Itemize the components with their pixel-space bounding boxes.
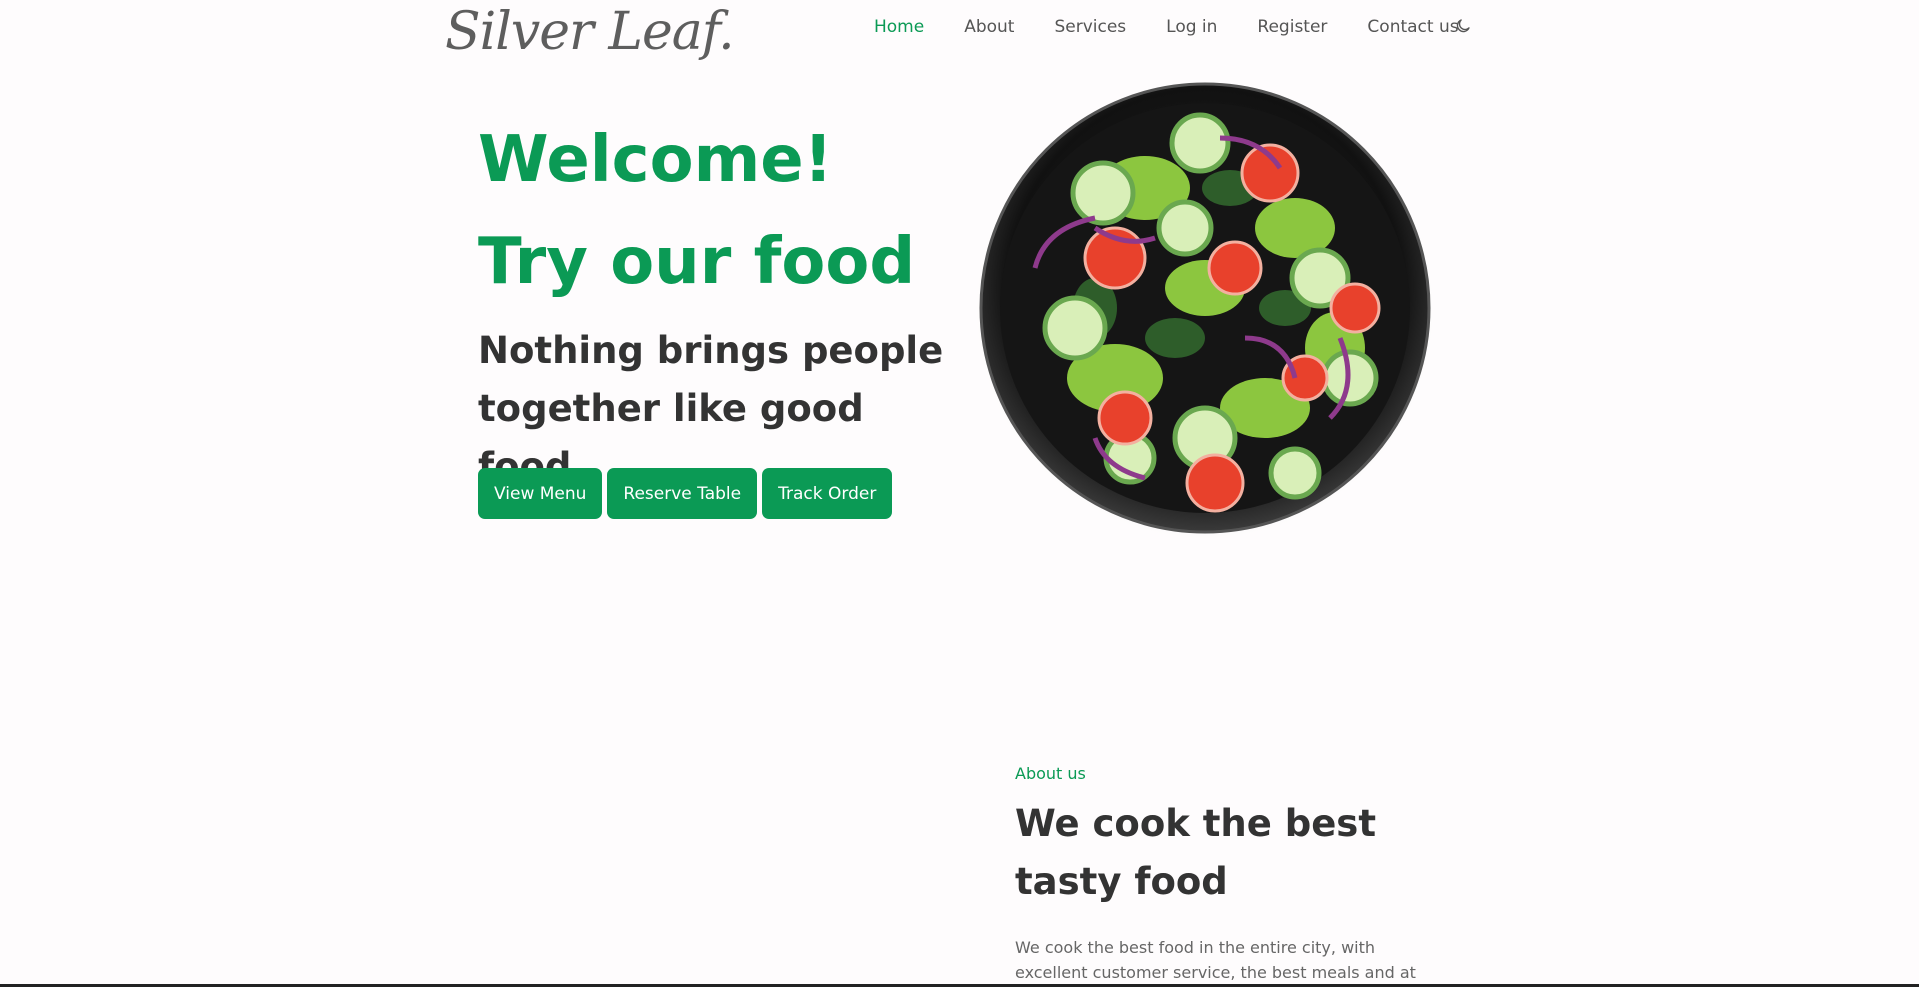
about-label: About us [1015,764,1086,783]
nav-link-login[interactable]: Log in [1166,17,1217,37]
about-text: We cook the best food in the entire city… [1015,938,1416,982]
about-title: We cook the best tasty food [1015,802,1377,903]
nav-link-contact[interactable]: Contact us [1367,17,1458,37]
nav-link-register[interactable]: Register [1257,17,1327,37]
moon-icon[interactable] [1454,17,1472,35]
track-order-button[interactable]: Track Order [762,468,893,519]
hero-buttons: View Menu Reserve Table Track Order [478,468,893,519]
salad-bowl-image [973,78,1437,542]
nav-link-services[interactable]: Services [1054,17,1126,37]
nav-link-about[interactable]: About [964,17,1014,37]
brand-logo[interactable]: Silver Leaf. [445,2,735,62]
navbar: Silver Leaf. Home About Services Log in … [0,0,1919,70]
reserve-table-button[interactable]: Reserve Table [607,468,758,519]
nav-links: Home About Services Log in Register Cont… [874,17,1499,37]
view-menu-button[interactable]: View Menu [478,468,603,519]
hero-title-try: Try our food [478,225,916,299]
nav-link-home[interactable]: Home [874,17,924,37]
hero-title-welcome: Welcome! [478,123,833,197]
